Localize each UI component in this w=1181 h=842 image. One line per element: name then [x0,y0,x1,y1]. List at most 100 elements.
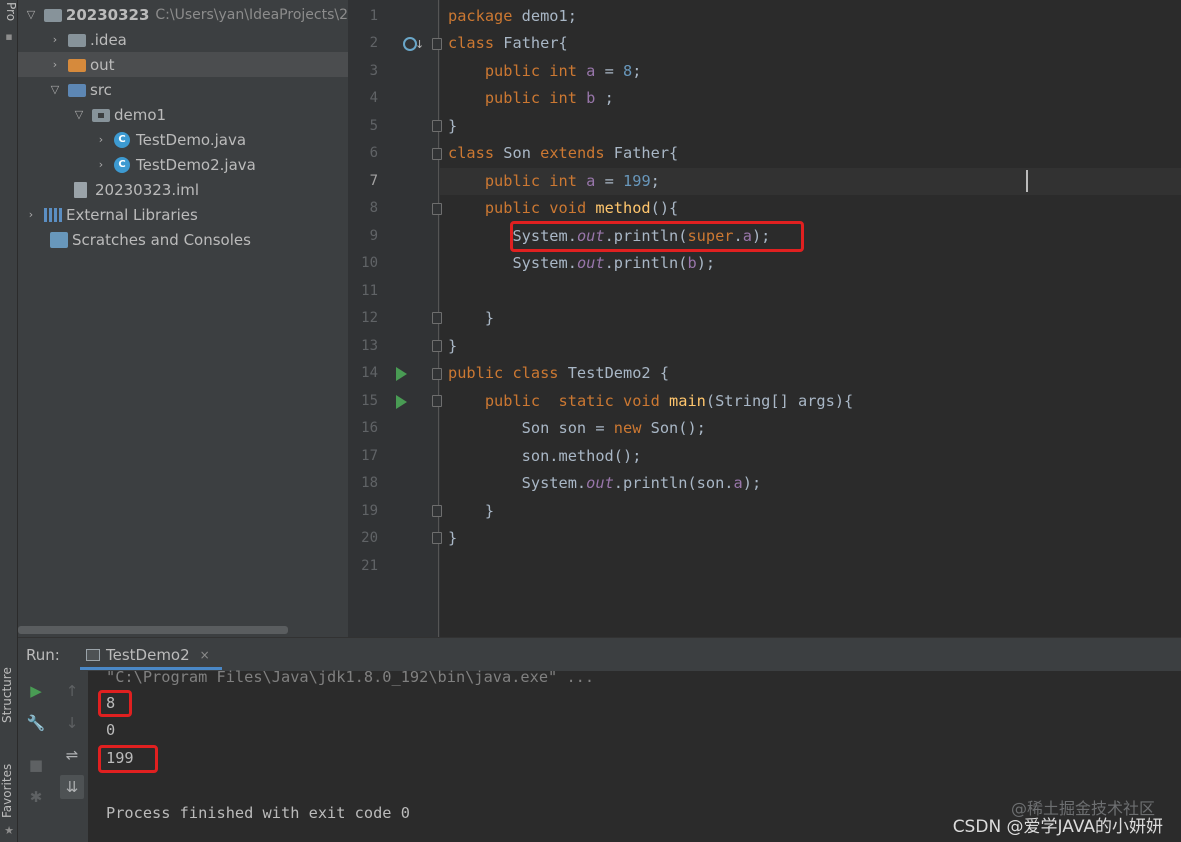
line-number: 18 [361,475,378,491]
code-line-18: System.out.println(son.a); [448,474,762,492]
soft-wrap-icon[interactable]: ⇌ [62,745,82,765]
code-line-12: } [448,309,495,327]
code-line-6: class Son extends Father{ [448,144,679,162]
arrow-down-icon[interactable]: ↓ [62,713,82,733]
tree-item-testdemo-java[interactable]: › C TestDemo.java [18,127,348,152]
fold-marker-icon[interactable] [432,395,442,407]
project-horizontal-scrollbar[interactable] [18,626,288,634]
line-number: 5 [369,118,378,134]
folder-icon [68,34,86,47]
fold-marker-icon[interactable] [432,148,442,160]
fold-marker-icon[interactable] [432,368,442,380]
code-line-15: public static void main(String[] args){ [484,392,854,410]
play-icon[interactable]: ▶ [26,681,46,701]
line-number: 17 [361,448,378,464]
tree-item-iml[interactable]: 20230323.iml [18,177,348,202]
project-folder-icon: ▪ [5,30,13,43]
tree-item-label: src [90,80,112,99]
scroll-to-end-icon[interactable]: ⇊ [60,775,84,799]
run-toolbar: ▶ ↑ 🔧 ↓ ⇌ ■ ⇊ ✱ [18,671,88,842]
fold-marker-icon[interactable] [432,120,442,132]
line-number: 10 [361,255,378,271]
project-panel: ▽ 20230323 C:\Users\yan\IdeaProjects\2 ›… [18,0,348,637]
line-number: 12 [361,310,378,326]
line-number: 1 [369,8,378,24]
console-line: Process finished with exit code 0 [106,804,410,822]
fold-marker-icon[interactable] [432,532,442,544]
text-caret [1026,170,1028,192]
chevron-down-icon: ▽ [50,82,60,96]
line-number: 15 [361,393,378,409]
bug-icon[interactable]: ✱ [26,787,46,807]
code-line-2: class Father{ [448,34,568,52]
line-number: 13 [361,338,378,354]
favorites-tool-tab[interactable]: Favorites [0,760,18,822]
fold-marker-icon[interactable] [432,505,442,517]
tree-item-project-root[interactable]: ▽ 20230323 C:\Users\yan\IdeaProjects\2 [18,2,348,27]
module-folder-icon [43,9,62,22]
tree-item-label: .idea [90,30,127,49]
code-line-8: public void method(){ [484,199,679,217]
line-number: 20 [361,530,378,546]
code-line-20: } [448,529,458,547]
stop-icon[interactable]: ■ [26,755,46,775]
line-number: 16 [361,420,378,436]
code-line-13: } [448,337,458,355]
left-tool-strip: Pro ▪ Structure Favorites ★ [0,0,18,842]
code-line-19: } [448,502,495,520]
tree-item-label: 20230323.iml [95,180,200,199]
library-icon [44,207,62,222]
code-line-7: public int a = 199; [484,172,660,190]
line-number: 2 [369,35,378,51]
close-icon[interactable]: × [200,648,210,662]
structure-tool-tab[interactable]: Structure [0,655,18,735]
project-path: C:\Users\yan\IdeaProjects\2 [155,6,348,23]
run-class-icon[interactable] [396,367,407,381]
project-tool-tab[interactable]: Pro [0,0,18,24]
tree-item-idea[interactable]: › .idea [18,27,348,52]
tree-item-external-libraries[interactable]: › External Libraries [18,202,348,227]
code-line-17: son.method(); [448,447,642,465]
tree-item-label: out [90,55,115,74]
line-number: 8 [369,200,378,216]
arrow-down-icon: ↓ [415,38,425,51]
line-number: 3 [369,63,378,79]
tree-item-scratches[interactable]: Scratches and Consoles [18,227,348,252]
line-number: 6 [369,145,378,161]
tab-label: TestDemo2 [106,645,190,664]
line-number: 19 [361,503,378,519]
fold-marker-icon[interactable] [432,340,442,352]
tree-item-src[interactable]: ▽ src [18,77,348,102]
annotation-highlight-output-199 [98,745,158,773]
tree-item-label: 20230323 [65,5,150,24]
line-number: 14 [361,365,378,381]
tree-item-out[interactable]: › out [18,52,348,77]
console-line: 0 [106,721,116,739]
code-line-10: System.out.println(b); [448,254,716,272]
chevron-right-icon: › [52,57,58,71]
wrench-icon[interactable]: 🔧 [26,713,46,733]
code-line-4: public int b ; [484,89,614,107]
code-line-14: public class TestDemo2 { [448,364,670,382]
run-main-icon[interactable] [396,395,407,409]
line-number: 4 [369,90,378,106]
annotation-highlight-super-a [510,221,804,252]
tree-item-label: demo1 [114,105,167,124]
fold-marker-icon[interactable] [432,38,442,50]
module-file-icon [74,181,87,198]
fold-marker-icon[interactable] [432,203,442,215]
annotation-highlight-output-8 [98,690,132,717]
fold-marker-icon[interactable] [432,312,442,324]
line-number: 21 [361,558,378,574]
run-panel-label: Run: [26,646,60,664]
tree-item-testdemo2-java[interactable]: › C TestDemo2.java [18,152,348,177]
watermark-csdn: CSDN @爱学JAVA的小妍妍 [952,817,1163,837]
tree-item-demo1[interactable]: ▽ demo1 [18,102,348,127]
chevron-right-icon: › [28,207,34,221]
chevron-right-icon: › [52,32,58,46]
java-class-icon: C [114,131,130,148]
java-class-icon: C [114,156,130,173]
code-line-5: } [448,117,458,135]
source-folder-icon [68,84,86,97]
arrow-up-icon[interactable]: ↑ [62,681,82,701]
